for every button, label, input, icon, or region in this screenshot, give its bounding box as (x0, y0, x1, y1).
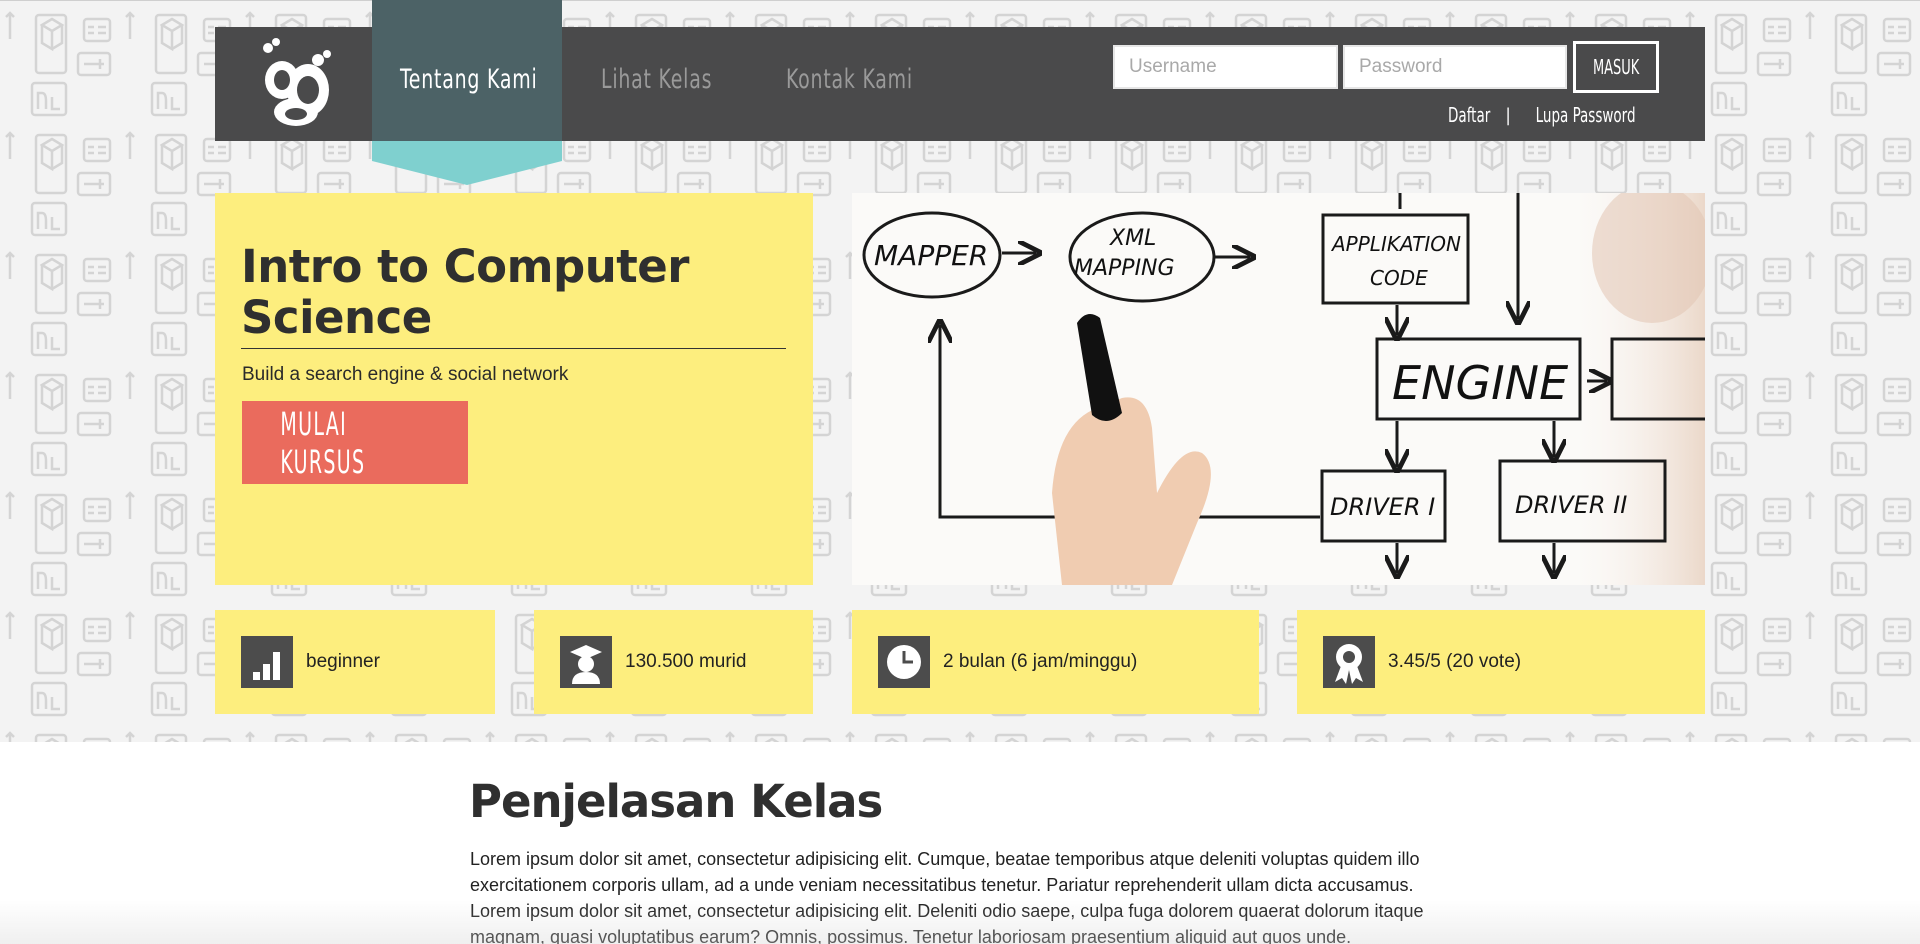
stat-students-text: 130.500 murid (625, 651, 747, 672)
site-logo[interactable] (256, 36, 338, 128)
username-input[interactable] (1113, 45, 1338, 89)
section-title: Penjelasan Kelas (469, 775, 883, 828)
diagram-code-label: CODE (1370, 266, 1428, 290)
stat-rating: 3.45/5 (20 vote) (1297, 610, 1705, 714)
nav-item-lihat-kelas[interactable]: Lihat Kelas (601, 64, 712, 95)
forgot-password-link[interactable]: Lupa Password (1535, 103, 1635, 127)
nav-item-tentang-kami[interactable]: Tentang Kami (400, 64, 537, 95)
link-separator: | (1505, 104, 1511, 126)
clock-icon (878, 636, 930, 688)
diagram-engine-label: ENGINE (1392, 356, 1568, 410)
diagram-driver1-label: DRIVER I (1330, 493, 1435, 521)
login-button[interactable]: MASUK (1573, 41, 1659, 93)
stat-students: 130.500 murid (534, 610, 813, 714)
diagram-mapping-label: MAPPING (1074, 256, 1175, 281)
account-links: Daftar | Lupa Password (1441, 103, 1652, 127)
hero-flowchart-image: MAPPER XML MAPPING APPLIKATION CODE ENGI… (852, 193, 1705, 585)
diagram-mapper-label: MAPPER (874, 239, 988, 272)
diagram-xml-label: XML (1109, 226, 1156, 251)
start-course-button[interactable]: MULAI KURSUS (242, 401, 468, 484)
bar-chart-icon (241, 636, 293, 688)
stat-duration-text: 2 bulan (6 jam/minggu) (943, 651, 1138, 672)
active-nav-ribbon-tail (372, 161, 562, 185)
password-input[interactable] (1343, 45, 1567, 89)
course-hero-card: Intro to Computer Science Build a search… (215, 193, 813, 585)
award-ribbon-icon (1323, 636, 1375, 688)
stat-level-text: beginner (306, 651, 380, 672)
graduate-icon (560, 636, 612, 688)
section-body: Lorem ipsum dolor sit amet, consectetur … (470, 849, 1424, 944)
login-button-label: MASUK (1592, 55, 1640, 79)
register-link[interactable]: Daftar (1448, 103, 1490, 127)
course-subtitle: Build a search engine & social network (242, 364, 569, 385)
title-divider (241, 348, 786, 349)
stat-duration: 2 bulan (6 jam/minggu) (852, 610, 1259, 714)
diagram-applikation-label: APPLIKATION (1330, 232, 1461, 256)
nav-item-kontak-kami[interactable]: Kontak Kami (786, 64, 913, 95)
stat-level: beginner (215, 610, 495, 714)
stat-rating-text: 3.45/5 (20 vote) (1388, 651, 1522, 672)
diagram-driver2-label: DRIVER II (1515, 491, 1627, 519)
start-course-label: MULAI KURSUS (280, 404, 366, 481)
course-title: Intro to Computer Science (241, 240, 689, 344)
active-nav-ribbon-band (372, 141, 562, 161)
